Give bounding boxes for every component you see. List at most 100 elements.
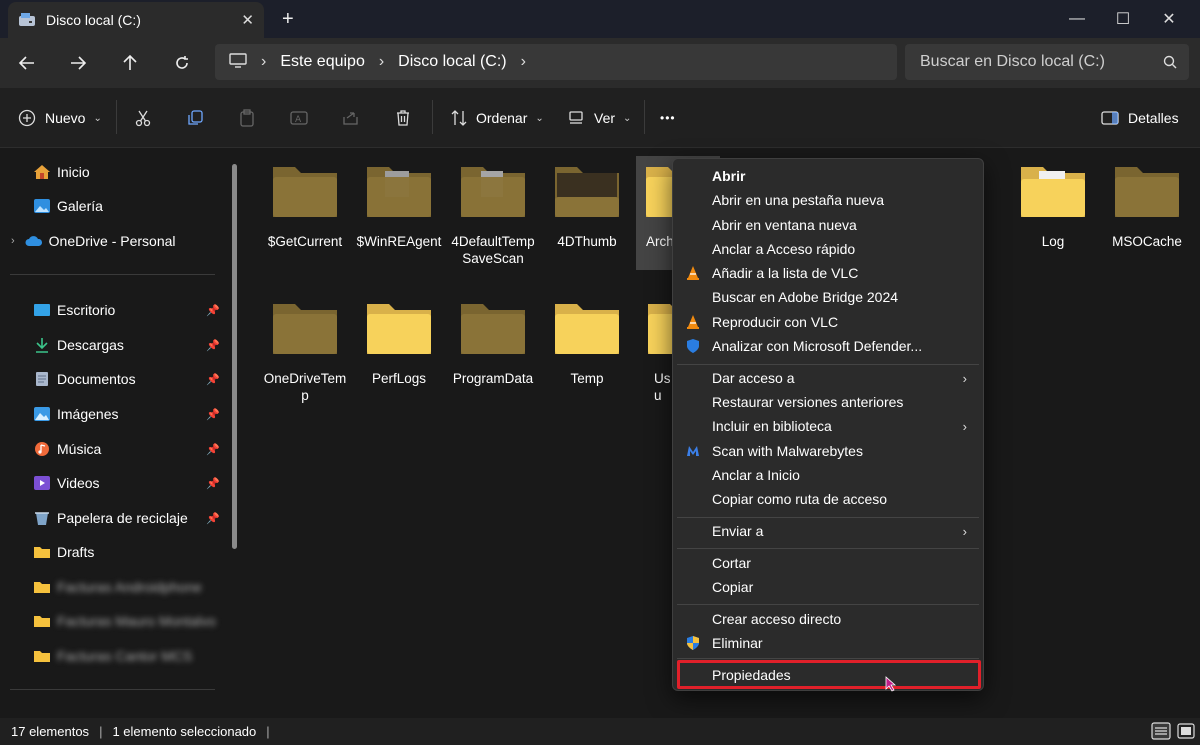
menu-item-cortar[interactable]: Cortar [677, 551, 979, 575]
menu-item-abrir[interactable]: Abrir [677, 164, 979, 188]
menu-item-abrir-pestana[interactable]: Abrir en una pestaña nueva [677, 188, 979, 212]
sidebar-item-label: Música [57, 441, 102, 457]
menu-item-adobe-bridge[interactable]: Buscar en Adobe Bridge 2024 [677, 285, 979, 309]
back-button[interactable] [13, 50, 41, 76]
breadcrumb-disco-local[interactable]: Disco local (C:) [398, 53, 506, 71]
menu-item-enviar-a[interactable]: Enviar a › [677, 519, 979, 543]
search-input[interactable] [920, 53, 1140, 71]
menu-item-defender[interactable]: Analizar con Microsoft Defender... [677, 334, 979, 358]
menu-item-copiar[interactable]: Copiar [677, 575, 979, 599]
folder-item[interactable]: Log [1008, 165, 1098, 250]
folder-item[interactable]: MSOCache [1102, 165, 1192, 250]
folder-item[interactable]: ProgramData [448, 302, 538, 387]
pin-icon[interactable]: 📌 [206, 304, 220, 317]
folder-name: ProgramData [452, 371, 534, 386]
pin-icon[interactable]: 📌 [206, 477, 220, 490]
menu-divider [677, 548, 979, 549]
sidebar-scrollbar[interactable] [232, 164, 237, 549]
new-tab-button[interactable]: + [282, 8, 294, 31]
details-button[interactable]: Detalles [1101, 104, 1179, 132]
more-options-button[interactable]: ••• [660, 104, 676, 132]
menu-item-label: Analizar con Microsoft Defender... [712, 338, 923, 354]
pin-icon[interactable]: 📌 [206, 339, 220, 352]
up-button[interactable] [116, 50, 144, 76]
folder-item[interactable]: Usu [636, 302, 676, 404]
menu-item-copiar-ruta[interactable]: Copiar como ruta de acceso [677, 487, 979, 511]
menu-item-label: Anclar a Inicio [712, 467, 800, 483]
breadcrumb-este-equipo[interactable]: Este equipo [280, 53, 365, 71]
details-pane-icon [1101, 111, 1119, 125]
tab-disco-local[interactable]: Disco local (C:) ✕ [8, 2, 264, 38]
folder-item[interactable]: 4DThumb [542, 165, 632, 250]
arrow-right-icon [71, 56, 87, 70]
menu-item-incluir-biblioteca[interactable]: Incluir en biblioteca › [677, 414, 979, 438]
menu-item-anclar-acceso-rapido[interactable]: Anclar a Acceso rápido [677, 237, 979, 261]
new-button[interactable]: Nuevo ⌄ [18, 104, 102, 132]
search-icon[interactable] [1163, 55, 1177, 69]
menu-item-abrir-ventana[interactable]: Abrir en ventana nueva [677, 213, 979, 237]
sidebar-item-videos[interactable]: Videos 📌 [0, 468, 230, 498]
sidebar-item-inicio[interactable]: Inicio [0, 157, 230, 187]
status-bar: 17 elementos | 1 elemento seleccionado | [0, 718, 1200, 745]
sidebar-item-escritorio[interactable]: Escritorio 📌 [0, 295, 230, 325]
share-button[interactable] [342, 104, 360, 132]
pin-icon[interactable]: 📌 [206, 408, 220, 421]
close-window-button[interactable]: ✕ [1146, 0, 1192, 38]
paste-button[interactable] [238, 104, 256, 132]
sidebar-item-galeria[interactable]: Galería [0, 191, 230, 221]
menu-item-crear-acceso-directo[interactable]: Crear acceso directo [677, 607, 979, 631]
chevron-right-icon[interactable]: › [11, 235, 15, 247]
folder-item[interactable]: Temp [542, 302, 632, 387]
sidebar-item-onedrive[interactable]: › OneDrive - Personal [0, 226, 230, 256]
rename-button[interactable]: A [290, 104, 308, 132]
folder-item[interactable]: 4DefaultTempSaveScan [448, 165, 538, 267]
menu-item-eliminar[interactable]: Eliminar [677, 631, 979, 655]
cut-button[interactable] [134, 104, 152, 132]
pin-icon[interactable]: 📌 [206, 512, 220, 525]
context-menu: Abrir Abrir en una pestaña nueva Abrir e… [672, 158, 984, 691]
menu-item-malwarebytes[interactable]: Scan with Malwarebytes [677, 439, 979, 463]
sidebar-item-musica[interactable]: Música 📌 [0, 434, 230, 464]
sort-button[interactable]: Ordenar ⌄ [450, 104, 544, 132]
search-box [905, 44, 1189, 80]
menu-item-dar-acceso[interactable]: Dar acceso a › [677, 366, 979, 390]
minimize-button[interactable]: — [1054, 0, 1100, 38]
menu-item-reproducir-vlc[interactable]: Reproducir con VLC [677, 310, 979, 334]
folder-item[interactable]: OneDriveTemp [260, 302, 350, 404]
sidebar-item-descargas[interactable]: Descargas 📌 [0, 330, 230, 360]
tiles-view-icon[interactable] [1176, 722, 1196, 740]
pin-icon[interactable]: 📌 [206, 443, 220, 456]
sidebar-item-folder[interactable]: Facturas Cantor MCS [0, 641, 230, 671]
maximize-button[interactable]: ☐ [1100, 0, 1146, 38]
folder-item[interactable]: PerfLogs [354, 302, 444, 387]
view-button[interactable]: Ver ⌄ [568, 104, 631, 132]
folder-item[interactable]: $GetCurrent [260, 165, 350, 250]
sidebar-item-papelera[interactable]: Papelera de reciclaje 📌 [0, 503, 230, 533]
sidebar-item-folder[interactable]: Facturas Androidphone [0, 572, 230, 602]
details-view-icon[interactable] [1151, 722, 1171, 740]
address-bar[interactable]: › Este equipo › Disco local (C:) › [215, 44, 897, 80]
sidebar-item-folder[interactable]: Facturas Mauro Montalvo [0, 606, 230, 636]
folder-icon [365, 165, 433, 219]
delete-button[interactable] [394, 104, 412, 132]
scissors-icon [135, 110, 151, 127]
sidebar-item-imagenes[interactable]: Imágenes 📌 [0, 399, 230, 429]
computer-icon [229, 52, 247, 72]
menu-item-label: Buscar en Adobe Bridge 2024 [712, 289, 899, 305]
menu-item-anadir-vlc[interactable]: Añadir a la lista de VLC [677, 261, 979, 285]
close-tab-icon[interactable]: ✕ [241, 11, 254, 29]
copy-button[interactable] [186, 104, 204, 132]
folder-icon [34, 582, 50, 593]
forward-button[interactable] [64, 50, 92, 76]
folder-item[interactable]: $WinREAgent [354, 165, 444, 250]
breadcrumb-separator[interactable]: › [521, 53, 526, 71]
sidebar-item-drafts[interactable]: Drafts [0, 537, 230, 567]
menu-item-restaurar-versiones[interactable]: Restaurar versiones anteriores [677, 390, 979, 414]
status-separator: | [99, 724, 103, 739]
refresh-button[interactable] [168, 50, 196, 76]
menu-item-label: Abrir en una pestaña nueva [712, 192, 885, 208]
menu-item-propiedades[interactable]: Propiedades [677, 663, 979, 687]
pin-icon[interactable]: 📌 [206, 373, 220, 386]
sidebar-item-documentos[interactable]: Documentos 📌 [0, 364, 230, 394]
menu-item-anclar-inicio[interactable]: Anclar a Inicio [677, 463, 979, 487]
